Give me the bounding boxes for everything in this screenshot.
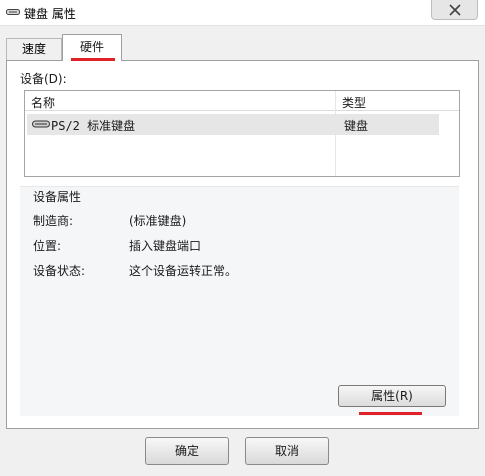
device-properties-group	[20, 186, 459, 416]
close-icon	[449, 4, 461, 16]
title-bar[interactable]: 键盘 属性	[0, 0, 485, 26]
ok-button[interactable]: 确定	[145, 437, 229, 465]
devices-label: 设备(D):	[20, 72, 67, 86]
properties-button-annotation-underline	[359, 412, 422, 415]
location-label: 位置:	[33, 239, 62, 253]
manufacturer-value: (标准键盘)	[129, 214, 187, 228]
properties-button[interactable]: 属性(R)	[338, 385, 446, 407]
device-list[interactable]: 名称 类型 PS/2 标准键盘 键盘	[24, 90, 460, 177]
column-header-name[interactable]: 名称	[31, 94, 55, 111]
tab-hardware[interactable]: 硬件	[62, 34, 122, 61]
cancel-button[interactable]: 取消	[245, 437, 329, 465]
device-row[interactable]: PS/2 标准键盘 键盘	[27, 114, 439, 135]
keyboard-properties-window: 键盘 属性 速度 硬件 设备(D): 名称 类型 PS/2 标准键盘 键盘 设备…	[0, 0, 485, 476]
window-title: 键盘 属性	[24, 7, 76, 21]
keyboard-icon	[32, 120, 50, 128]
keyboard-icon	[6, 9, 20, 15]
device-list-header: 名称 类型	[25, 91, 459, 111]
tab-speed[interactable]: 速度	[6, 38, 62, 60]
location-value: 插入键盘端口	[129, 239, 202, 253]
device-status-value: 这个设备运转正常。	[129, 264, 238, 278]
tab-hardware-annotation-underline	[71, 58, 115, 61]
device-properties-title: 设备属性	[33, 190, 82, 204]
device-type: 键盘	[344, 119, 369, 133]
close-button[interactable]	[431, 0, 478, 20]
device-status-label: 设备状态:	[33, 264, 86, 278]
manufacturer-label: 制造商:	[33, 214, 74, 228]
column-header-type[interactable]: 类型	[342, 94, 366, 111]
device-name: PS/2 标准键盘	[51, 119, 136, 133]
